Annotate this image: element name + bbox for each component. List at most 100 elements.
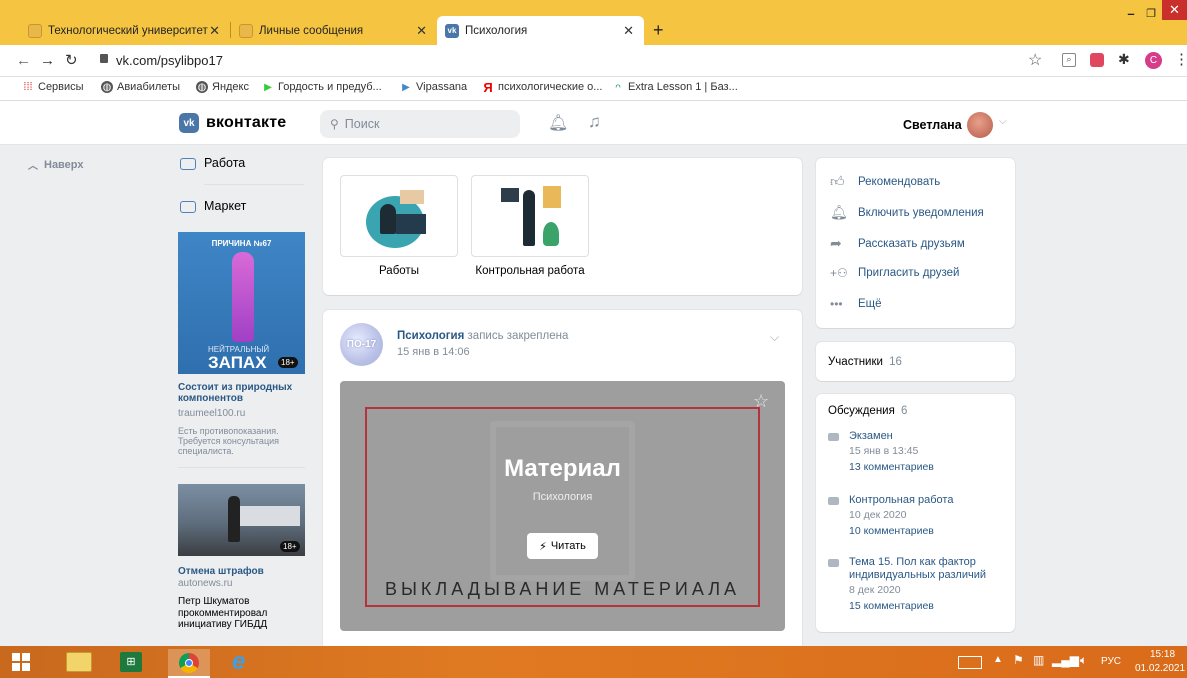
back-arrow-icon[interactable]: ← [16,52,31,69]
bookmark-star-icon[interactable]: ☆ [1028,50,1042,70]
globe-icon: ◍ [196,81,208,93]
discussion-item[interactable]: Экзамен 15 янв в 13:45 13 комментариев [828,430,1008,473]
bookmark-item[interactable]: ◍ Яндекс [196,81,249,93]
discussion-item[interactable]: Контрольная работа 10 дек 2020 10 коммен… [828,494,1008,537]
keyboard-icon[interactable] [958,656,982,669]
chevron-up-icon: ︿ [28,161,38,172]
clock-date[interactable]: 01.02.2021 [1135,663,1185,674]
age-badge: 18+ [280,541,300,552]
extension-search-icon[interactable]: ⌕ [1062,53,1076,67]
close-tab-icon[interactable]: ✕ [209,23,220,39]
apps-grid-icon: ⁞⁞⁞ [23,81,33,93]
network-icon[interactable]: ▥ [1033,653,1044,667]
action-center-flag-icon[interactable]: ⚑ [1013,653,1024,667]
discussion-item[interactable]: Тема 15. Пол как фактор индивидуальных р… [828,556,1008,612]
notifications-bell-icon[interactable]: 🔔︎ [548,113,568,133]
bookmark-item[interactable]: ⁞⁞⁞ Сервисы [22,81,84,93]
extensions-puzzle-icon[interactable]: ✱ [1118,51,1130,68]
signal-bars-icon[interactable]: ▂▄▆ [1052,653,1079,667]
bookmark-item[interactable]: ᴖ Extra Lesson 1 | Баз... [612,81,738,93]
album-item[interactable] [340,175,458,257]
user-avatar[interactable] [967,112,993,138]
ad-banner-image[interactable]: ПРИЧИНА №67 НЕЙТРАЛЬНЫЙ ЗАПАХ 18+ [178,232,305,374]
windows-start-icon[interactable] [12,653,30,671]
post-author-link[interactable]: Психология [397,330,464,342]
browser-tab-active[interactable]: vk Психология ✕ [437,16,644,45]
clock-time[interactable]: 15:18 [1150,649,1175,660]
action-share[interactable]: ➦ Рассказать друзьям [830,235,965,252]
ad-domain[interactable]: traumeel100.ru [178,408,245,419]
store-icon[interactable]: ⊞ [120,652,142,672]
post-date[interactable]: 15 янв в 14:06 [397,346,470,358]
input-language[interactable]: РУС [1101,656,1121,667]
music-note-icon[interactable]: ♫ [588,112,601,132]
albums-card: Работы Контрольная работа [323,158,802,295]
action-recommend[interactable]: 👍︎ Рекомендовать [830,173,940,190]
album-label[interactable]: Работы [340,265,458,277]
file-explorer-icon[interactable] [66,652,92,672]
age-badge: 18+ [278,357,298,368]
ad-title[interactable]: Состоит из природных компонентов [178,382,308,404]
discussion-title[interactable]: Экзамен [849,430,1008,442]
action-notifications[interactable]: 🔔︎ Включить уведомления [830,204,984,221]
bookmark-item[interactable]: Я психологические о... [482,80,602,95]
reload-icon[interactable]: ↻ [65,51,78,69]
album-item[interactable] [471,175,589,257]
close-tab-icon[interactable]: ✕ [416,23,427,39]
post-options-chevron-icon[interactable]: ⌵ [770,330,779,345]
discussions-header[interactable]: Обсуждения 6 [828,405,907,417]
internet-explorer-icon[interactable]: e [232,648,245,676]
close-tab-icon[interactable]: ✕ [623,23,634,39]
scroll-up-link[interactable]: ︿ Наверх [28,157,84,173]
left-menu-item-market[interactable]: Маркет [180,198,246,213]
play-icon: ▶ [402,81,410,93]
show-hidden-icons-chevron-icon[interactable]: ▲ [993,654,1003,665]
close-window-icon[interactable]: ✕ [1162,0,1187,20]
menu-divider [204,184,304,185]
vk-header: vk вконтакте ⚲ Поиск 🔔︎ ♫ Светлана ⌵ [0,101,1187,145]
ad-domain[interactable]: autonews.ru [178,578,232,589]
perfume-figure-image [232,252,254,342]
new-tab-button[interactable]: + [653,20,664,41]
browser-tab[interactable]: Технологический университет ✕ [20,16,230,45]
pocket-extension-icon[interactable] [1090,53,1104,67]
globe-icon: ◍ [101,81,113,93]
action-more[interactable]: ••• Ещё [830,297,882,311]
discussion-comments[interactable]: 10 комментариев [849,525,1008,537]
bookmark-item[interactable]: ▶ Гордость и предуб... [262,81,382,93]
article-cover[interactable]: ☆ Материал Психология ⚡︎ Читать ВЫКЛАДЫВ… [340,381,785,631]
read-article-button[interactable]: ⚡︎ Читать [527,533,598,559]
bookmark-label: Сервисы [38,81,84,93]
left-menu-item-work[interactable]: Работа [180,155,245,170]
album-label[interactable]: Контрольная работа [471,265,589,277]
maximize-window-icon[interactable]: ❐ [1140,2,1162,24]
forward-arrow-icon[interactable]: → [40,52,55,69]
favorite-star-icon[interactable]: ☆ [753,391,769,412]
browser-menu-icon[interactable]: ⋮ [1174,50,1187,68]
url-text[interactable]: vk.com/psylibpo17 [116,53,223,68]
bookmark-item[interactable]: ▶ Vipassana [400,81,467,93]
chevron-down-icon[interactable]: ⌵ [999,116,1007,127]
minimize-window-icon[interactable]: – [1120,2,1142,24]
vk-logo[interactable]: vk вконтакте [179,113,286,133]
members-card[interactable]: Участники 16 [816,342,1015,381]
ad-title[interactable]: Отмена штрафов [178,566,264,577]
chrome-taskbar-icon[interactable] [168,649,210,678]
profile-avatar[interactable]: C [1145,52,1162,69]
action-invite[interactable]: +⚇ Пригласить друзей [830,266,959,280]
discussion-title[interactable]: Тема 15. Пол как фактор индивидуальных р… [849,556,1008,582]
messages-favicon-icon [239,23,253,38]
user-name[interactable]: Светлана [903,118,962,132]
browser-tab[interactable]: Личные сообщения ✕ [231,16,437,45]
volume-icon[interactable]: 🔈︎ [1080,653,1087,668]
search-box[interactable]: ⚲ Поиск [320,110,520,138]
discussions-count: 6 [901,405,908,417]
discussion-comments[interactable]: 13 комментариев [849,461,1008,473]
bookmark-label: Яндекс [212,81,249,93]
discussion-title[interactable]: Контрольная работа [849,494,1008,506]
discussion-comments[interactable]: 15 комментариев [849,600,1008,612]
ad-news-image[interactable]: 18+ [178,484,305,556]
bookmark-item[interactable]: ◍ Авиабилеты [101,81,180,93]
group-avatar[interactable]: ПО-17 [340,323,383,366]
lightning-icon: ⚡︎ [539,540,547,553]
